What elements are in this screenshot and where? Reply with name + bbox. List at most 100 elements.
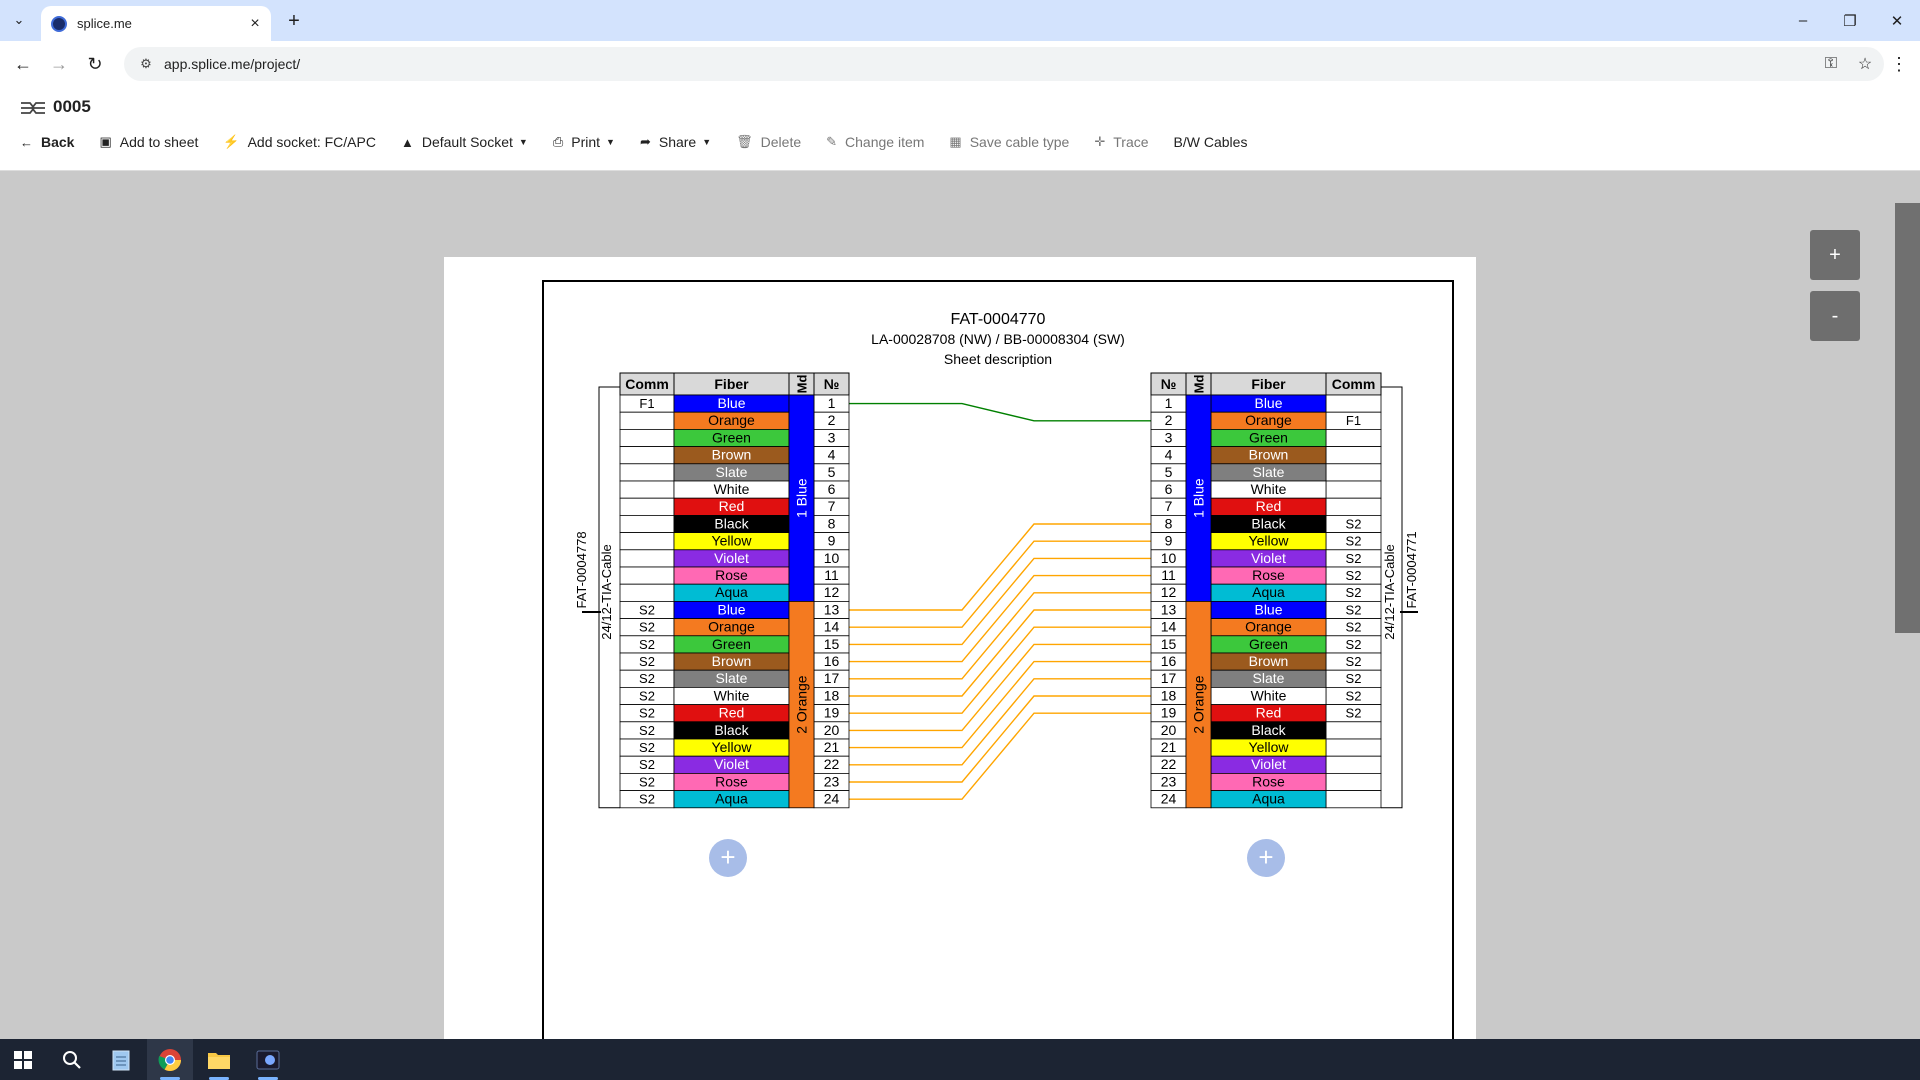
- trace-button[interactable]: ✛ Trace: [1094, 134, 1148, 150]
- fiber-number: 17: [824, 670, 840, 686]
- fiber-number: 23: [824, 773, 840, 789]
- comm-value: S2: [639, 671, 655, 686]
- chrome-icon[interactable]: [147, 1039, 193, 1080]
- reload-icon[interactable]: ↻: [80, 49, 110, 79]
- vertical-scrollbar[interactable]: [1895, 203, 1920, 633]
- fiber-number: 2: [828, 412, 836, 428]
- comm-value: S2: [1346, 637, 1362, 652]
- fiber-name: Black: [714, 515, 749, 531]
- browser-menu-icon[interactable]: ⋮: [1884, 49, 1914, 79]
- site-info-icon[interactable]: ⚙: [136, 54, 156, 74]
- fiber-number: 22: [1161, 756, 1177, 772]
- trace-icon: ✛: [1094, 134, 1106, 149]
- cable-name-label: FAT-0004778: [574, 531, 589, 608]
- fiber-number: 24: [824, 791, 840, 807]
- left-add-button[interactable]: +: [709, 839, 747, 877]
- back-arrow-icon[interactable]: ←: [8, 49, 38, 79]
- splice-diagram[interactable]: FAT-0004770 LA-00028708 (NW) / BB-000083…: [544, 282, 1452, 1039]
- fiber-number: 21: [824, 739, 840, 755]
- fiber-number: 2: [1165, 412, 1173, 428]
- print-dropdown[interactable]: ⎙ Print ▼: [553, 134, 615, 150]
- comm-value: S2: [1346, 585, 1362, 600]
- fiber-name: Brown: [712, 653, 752, 669]
- restore-window-icon[interactable]: ❐: [1827, 0, 1873, 41]
- diagram-workspace[interactable]: FAT-0004770 LA-00028708 (NW) / BB-000083…: [0, 171, 1920, 1039]
- save-icon: ▦: [949, 134, 962, 149]
- plus-square-icon: ▣: [99, 134, 112, 149]
- comm-value: S2: [639, 654, 655, 669]
- browser-tab[interactable]: splice.me ×: [41, 6, 271, 41]
- close-window-icon[interactable]: ✕: [1874, 0, 1920, 41]
- forward-arrow-icon[interactable]: →: [44, 49, 74, 79]
- header-label-num: №: [1161, 376, 1177, 392]
- splice-line: [849, 609, 1151, 697]
- address-bar-row: ← → ↻ ⚙ app.splice.me/project/ ⚿ ☆ ⋮: [0, 41, 1920, 86]
- fiber-number: 7: [828, 498, 836, 514]
- fiber-number: 18: [1161, 687, 1177, 703]
- bw-cables-button[interactable]: B/W Cables: [1174, 134, 1248, 150]
- fiber-number: 6: [828, 481, 836, 497]
- add-socket-button[interactable]: ⚡ Add socket: FC/APC: [223, 134, 376, 150]
- change-item-button[interactable]: ✎ Change item: [826, 134, 924, 150]
- file-explorer-icon[interactable]: [196, 1039, 242, 1080]
- sheet-title: FAT-0004770: [951, 311, 1046, 328]
- comm-cell: [619, 446, 675, 465]
- fiber-number: 8: [1165, 515, 1173, 531]
- save-cable-type-button[interactable]: ▦ Save cable type: [949, 134, 1069, 150]
- fiber-number: 20: [824, 722, 840, 738]
- comm-value: S2: [1346, 568, 1362, 583]
- fiber-name: Green: [1249, 636, 1288, 652]
- share-dropdown[interactable]: ➦ Share ▼: [640, 134, 711, 150]
- comm-value: S2: [639, 723, 655, 738]
- delete-button[interactable]: 🗑 Delete: [736, 134, 801, 150]
- comm-cell: [1325, 446, 1382, 465]
- comm-value: S2: [1346, 516, 1362, 531]
- zoom-out-button[interactable]: -: [1810, 291, 1860, 341]
- minimize-window-icon[interactable]: –: [1780, 0, 1826, 41]
- fiber-name: Slate: [1253, 670, 1285, 686]
- right-add-button[interactable]: +: [1247, 839, 1285, 877]
- fiber-name: Yellow: [1249, 739, 1290, 755]
- new-tab-plus-icon[interactable]: +: [281, 9, 307, 33]
- comm-cell: [619, 566, 675, 585]
- fiber-number: 11: [824, 567, 839, 583]
- fiber-number: 6: [1165, 481, 1173, 497]
- zoom-in-button[interactable]: +: [1810, 230, 1860, 280]
- close-tab-icon[interactable]: ×: [245, 14, 265, 34]
- default-socket-dropdown[interactable]: ▲ Default Socket ▼: [401, 134, 528, 150]
- splice-line: [849, 523, 1151, 611]
- sheet-subtitle: LA-00028708 (NW) / BB-00008304 (SW): [871, 331, 1125, 347]
- fiber-number: 17: [1161, 670, 1177, 686]
- fiber-number: 15: [1161, 636, 1177, 652]
- url-text[interactable]: app.splice.me/project/: [164, 56, 1816, 72]
- comm-cell: [1325, 497, 1382, 516]
- fiber-name: Brown: [1249, 653, 1289, 669]
- fiber-name: Blue: [1254, 601, 1282, 617]
- fiber-number: 5: [1165, 464, 1173, 480]
- splice-line: [849, 557, 1151, 646]
- fiber-name: Rose: [715, 773, 748, 789]
- trash-icon: 🗑: [736, 134, 753, 149]
- comm-value: S2: [1346, 551, 1362, 566]
- fiber-name: White: [714, 481, 750, 497]
- fiber-number: 16: [1161, 653, 1177, 669]
- splice-line: [849, 695, 1151, 783]
- fiber-number: 10: [824, 550, 840, 566]
- comm-cell: [1325, 480, 1382, 499]
- comm-cell: [1325, 428, 1382, 447]
- header-label-module: Md: [795, 375, 810, 394]
- back-button[interactable]: ← Back: [20, 134, 74, 150]
- project-title: 0005: [53, 97, 91, 116]
- add-to-sheet-button[interactable]: ▣ Add to sheet: [99, 134, 198, 150]
- comm-value: F1: [639, 396, 654, 411]
- search-icon[interactable]: [49, 1039, 95, 1080]
- bookmark-star-icon[interactable]: ☆: [1850, 49, 1880, 79]
- notepad-icon[interactable]: [98, 1039, 144, 1080]
- password-key-icon[interactable]: ⚿: [1816, 49, 1846, 79]
- windows-start-icon[interactable]: [0, 1039, 46, 1080]
- tab-search-chevron-icon[interactable]: ⌄: [6, 8, 32, 32]
- omnibox[interactable]: ⚙ app.splice.me/project/ ⚿ ☆: [124, 47, 1884, 81]
- fiber-name: White: [1251, 687, 1287, 703]
- splice-line: [849, 660, 1151, 749]
- splice-app-icon[interactable]: [245, 1039, 291, 1080]
